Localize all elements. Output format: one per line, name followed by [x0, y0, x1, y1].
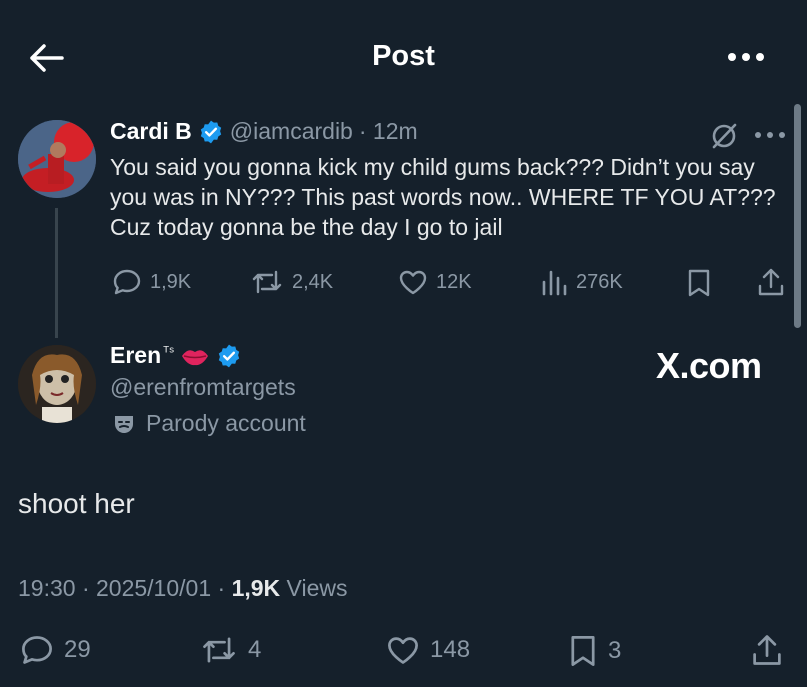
views-count: 276K [576, 270, 623, 293]
like-button[interactable]: 12K [398, 268, 472, 296]
like-icon [398, 268, 428, 296]
like-count: 12K [436, 270, 472, 293]
parody-mask-icon [112, 412, 136, 436]
author-name[interactable]: Cardi B [110, 118, 192, 145]
reply-button[interactable]: 29 [20, 634, 91, 666]
bookmark-icon[interactable] [686, 268, 712, 298]
thread-line [55, 208, 58, 338]
post-time: · 12m [358, 118, 418, 144]
lips-icon [180, 344, 210, 368]
scrollbar[interactable] [794, 104, 801, 328]
repost-icon [250, 268, 284, 296]
reply-button[interactable]: 1,9K [112, 268, 191, 296]
grok-icon[interactable] [708, 120, 740, 152]
more-icon[interactable] [724, 42, 768, 72]
repost-count: 2,4K [292, 270, 334, 293]
bookmark-count: 3 [608, 637, 622, 664]
post-meta: 19:30 · 2025/10/01 · 1,9K Views [18, 575, 347, 602]
reply-icon [20, 634, 54, 666]
avatar[interactable] [18, 345, 96, 423]
repost-count: 4 [248, 636, 262, 663]
author-handle[interactable]: @erenfromtargets [110, 374, 296, 401]
name-superscript: ᵀˢ [163, 342, 174, 359]
verified-badge-icon [198, 119, 224, 145]
post-text: shoot her [18, 488, 135, 519]
repost-button[interactable]: 2,4K [250, 268, 333, 296]
parody-label: Parody account [112, 410, 306, 437]
x-com-watermark: X.com [656, 345, 762, 386]
post-timestamp: 19:30 · 2025/10/01 · [18, 575, 232, 601]
bookmark-button[interactable]: 3 [568, 634, 621, 668]
quoted-header: Cardi B @iamcardib · 12m [110, 118, 418, 145]
share-icon[interactable] [750, 632, 784, 668]
post-views-count: 1,9K [231, 575, 281, 601]
share-icon[interactable] [756, 266, 786, 298]
reply-icon [112, 268, 142, 296]
verified-badge-icon [216, 343, 242, 369]
reply-count: 29 [64, 636, 91, 663]
views-button[interactable]: 276K [540, 268, 623, 296]
parody-label-text: Parody account [146, 410, 306, 436]
reply-count: 1,9K [150, 270, 192, 293]
avatar[interactable] [18, 120, 96, 198]
repost-button[interactable]: 4 [200, 634, 261, 666]
quoted-tweet-text: You said you gonna kick my child gums ba… [110, 154, 776, 240]
more-icon[interactable] [752, 125, 788, 145]
page-title: Post [372, 40, 435, 72]
like-button[interactable]: 148 [386, 634, 470, 666]
views-icon [540, 268, 568, 296]
author-handle[interactable]: @iamcardib [230, 118, 353, 145]
repost-icon [200, 634, 238, 666]
author-name[interactable]: Eren [110, 342, 161, 369]
like-count: 148 [430, 636, 471, 663]
bookmark-icon [568, 634, 598, 668]
post-author: Eren ᵀˢ [110, 342, 242, 369]
like-icon [386, 634, 420, 666]
post-views-label: Views [280, 575, 348, 601]
